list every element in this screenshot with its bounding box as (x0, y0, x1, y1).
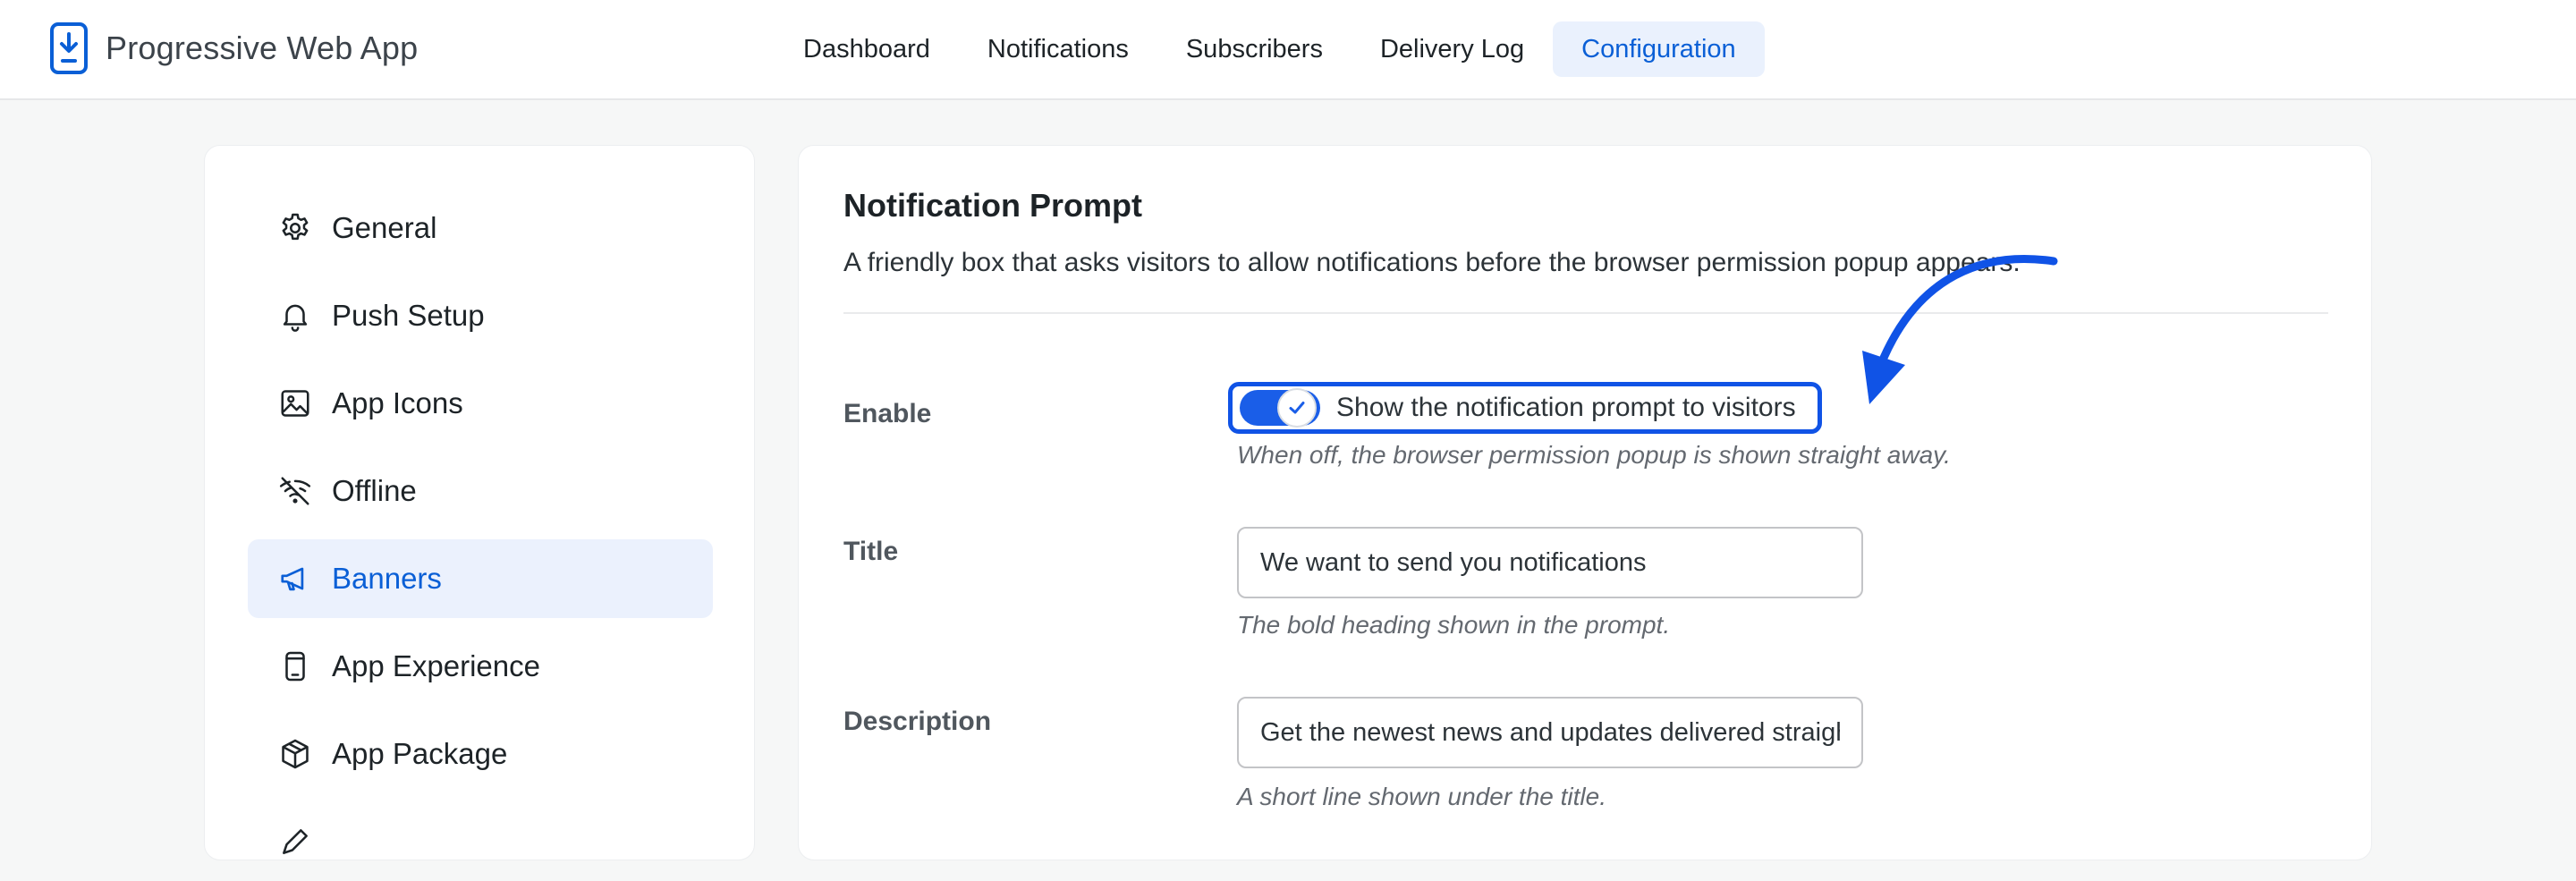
title-help-text: The bold heading shown in the prompt. (1237, 611, 1671, 639)
sidebar-item-label: Banners (332, 562, 442, 595)
enable-toggle-label: Show the notification prompt to visitors (1336, 393, 1796, 422)
description-label: Description (843, 707, 992, 736)
brand[interactable]: Progressive Web App (48, 21, 418, 75)
sidebar-item-label: Push Setup (332, 299, 485, 332)
download-app-icon (50, 22, 88, 74)
sidebar-item-label: App Icons (332, 386, 463, 419)
pen-icon (283, 829, 308, 854)
phone-icon (285, 651, 305, 682)
enable-help-text: When off, the browser permission popup i… (1237, 441, 1951, 469)
sidebar-item-app-experience[interactable]: App Experience (248, 627, 713, 706)
box-icon (282, 739, 309, 769)
wifi-off-icon (279, 477, 311, 505)
settings-panel: Notification Prompt A friendly box that … (798, 145, 2372, 860)
nav-dashboard[interactable]: Dashboard (775, 21, 959, 77)
description-input[interactable] (1237, 697, 1863, 768)
sidebar-item-banners[interactable]: Banners (248, 539, 713, 618)
toggle-knob (1277, 388, 1317, 428)
title-label: Title (843, 537, 899, 566)
nav-subscribers[interactable]: Subscribers (1157, 21, 1352, 77)
section-title: Notification Prompt (843, 187, 1142, 224)
sidebar-item-offline[interactable]: Offline (248, 452, 713, 530)
sidebar-item-label: App Package (332, 737, 508, 770)
description-help-text: A short line shown under the title. (1237, 783, 1606, 810)
annotation-arrow (1862, 255, 2058, 404)
sidebar-item-push-setup[interactable]: Push Setup (248, 276, 713, 355)
nav-notifications[interactable]: Notifications (959, 21, 1157, 77)
sidebar-item-general[interactable]: General (248, 189, 713, 267)
title-input[interactable] (1237, 527, 1863, 598)
enable-label: Enable (843, 399, 932, 428)
image-icon (281, 390, 309, 417)
enable-toggle-field[interactable]: Show the notification prompt to visitors (1228, 382, 1822, 434)
sidebar-item-label: App Experience (332, 649, 540, 682)
sidebar-item-label: Offline (332, 474, 417, 507)
sidebar-item-app-package[interactable]: App Package (248, 715, 713, 793)
bell-icon (283, 304, 308, 332)
divider (843, 312, 2328, 314)
sidebar-item-app-icons[interactable]: App Icons (248, 364, 713, 443)
settings-sidebar: General Push Setup App Icons Offline Ban… (204, 145, 755, 860)
nav-configuration[interactable]: Configuration (1553, 21, 1765, 77)
gear-icon (282, 213, 309, 241)
sidebar-item-label: General (332, 211, 437, 244)
enable-toggle[interactable] (1240, 388, 1320, 428)
app-title: Progressive Web App (106, 30, 419, 66)
checkmark-icon (1289, 402, 1305, 414)
nav-delivery-log[interactable]: Delivery Log (1352, 21, 1553, 77)
sidebar-item-partial[interactable] (248, 802, 713, 881)
megaphone-icon (281, 567, 304, 591)
top-navigation: Dashboard Notifications Subscribers Deli… (775, 21, 1765, 77)
top-bar: Progressive Web App Dashboard Notificati… (0, 0, 2576, 100)
